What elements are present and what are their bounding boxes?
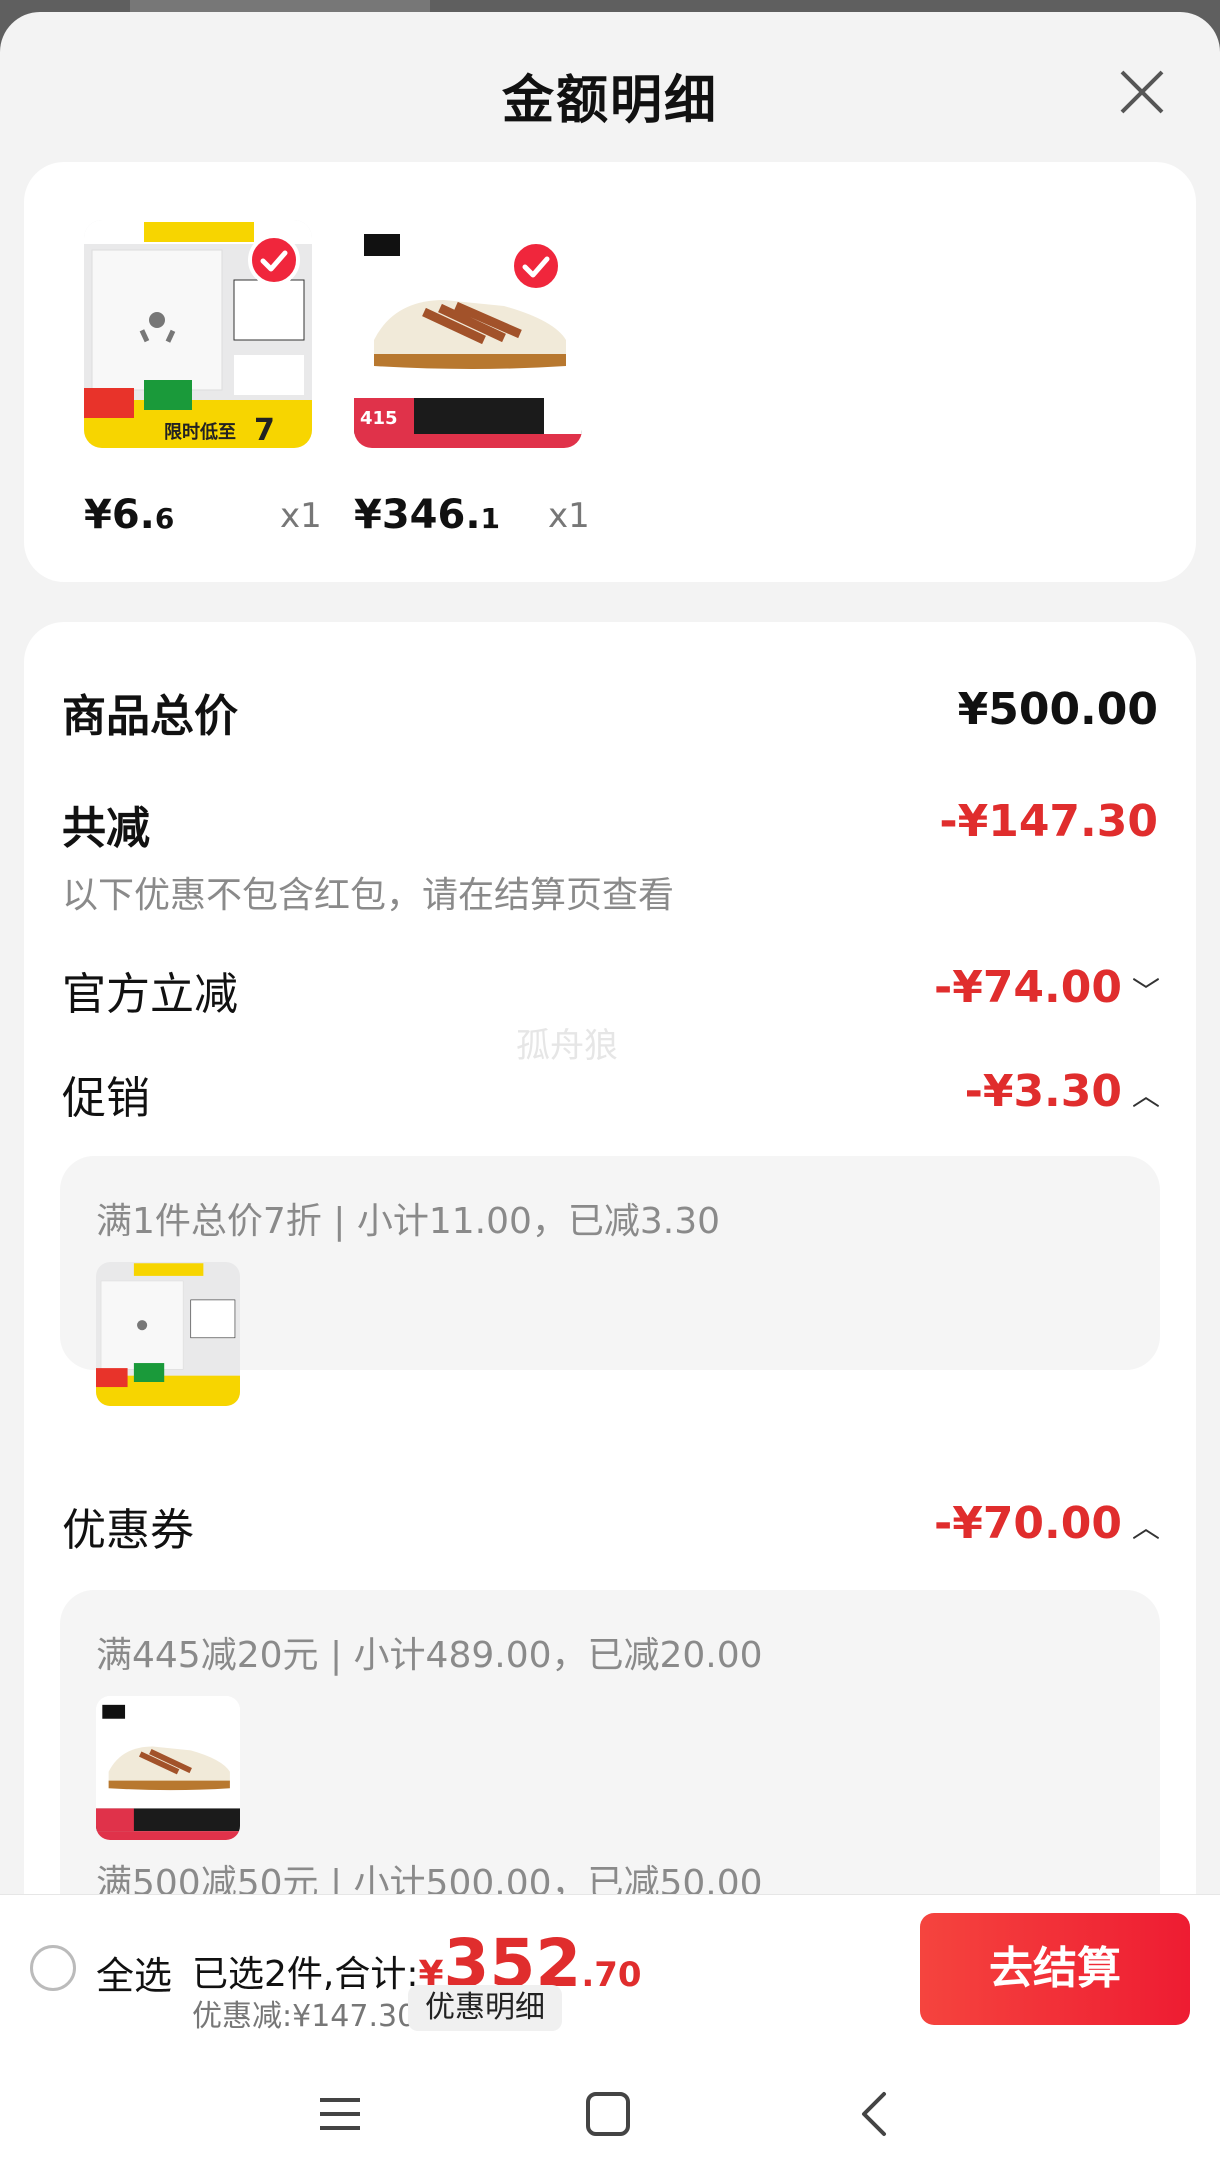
reduce-note: 以下优惠不包含红包，请在结算页查看	[62, 875, 675, 916]
official-discount-row[interactable]: -¥74.00 ﹀	[934, 962, 1160, 1013]
svg-text:415: 415	[360, 408, 398, 429]
checkout-button[interactable]: 去结算	[920, 1913, 1190, 2025]
select-all-radio[interactable]	[30, 1945, 76, 1991]
coupon-product-thumbnail[interactable]	[96, 1696, 240, 1840]
total-reduce-label: 共减	[62, 803, 150, 854]
back-icon[interactable]	[846, 2084, 906, 2144]
promotion-product-thumbnail[interactable]	[96, 1262, 240, 1406]
promotion-label: 促销	[62, 1073, 150, 1124]
selected-check-icon[interactable]	[510, 240, 562, 292]
product-price: ¥6.6	[84, 492, 175, 538]
coupon-label: 优惠券	[62, 1505, 194, 1556]
background-strip	[130, 0, 430, 12]
coupon-row[interactable]: -¥70.00 ︿	[934, 1498, 1160, 1549]
coupon-value: -¥70.00	[933, 1498, 1122, 1549]
system-nav-bar	[0, 2042, 1220, 2173]
svg-text:限时低至: 限时低至	[164, 421, 236, 443]
menu-icon[interactable]	[310, 2084, 370, 2144]
selected-check-icon[interactable]	[248, 234, 300, 286]
svg-text:7: 7	[254, 413, 275, 448]
page-title: 金额明细	[501, 71, 718, 131]
total-reduce-value: -¥147.30	[939, 796, 1158, 847]
checkout-bar: 全选 已选2件,合计:¥352.70 优惠减:¥147.30 优惠明细 去结算	[0, 1894, 1220, 2043]
product-quantity: x1	[548, 496, 590, 536]
product-price: ¥346.1	[354, 492, 501, 538]
selected-count-text: 已选2件,合计:	[192, 1954, 419, 1995]
chevron-down-icon: ﹀	[1131, 975, 1160, 1008]
promotion-rule: 满1件总价7折 | 小计11.00，已减3.30	[96, 1201, 721, 1242]
discount-total: 优惠减:¥147.30	[192, 1999, 417, 2034]
close-icon[interactable]	[1112, 62, 1172, 122]
coupon-rule-1: 满445减20元 | 小计489.00，已减20.00	[96, 1635, 763, 1676]
select-all-label[interactable]: 全选	[96, 1945, 172, 2000]
promotion-value: -¥3.30	[964, 1066, 1122, 1117]
home-icon[interactable]	[578, 2084, 638, 2144]
discount-detail-button[interactable]: 优惠明细	[408, 1985, 562, 2031]
promotion-detail-box: 满1件总价7折 | 小计11.00，已减3.30	[60, 1156, 1160, 1406]
total-price-value: ¥500.00	[957, 684, 1158, 735]
chevron-up-icon: ︿	[1131, 1079, 1160, 1112]
total-price-label: 商品总价	[62, 691, 238, 742]
total-amount-dec: .70	[581, 1955, 642, 1995]
product-quantity: x1	[280, 496, 322, 536]
official-discount-label: 官方立减	[62, 969, 238, 1020]
promotion-row[interactable]: -¥3.30 ︿	[965, 1066, 1160, 1117]
watermark: 孤舟狼	[516, 1026, 618, 1066]
chevron-up-icon: ︿	[1131, 1511, 1160, 1544]
official-discount-value: -¥74.00	[933, 962, 1122, 1013]
product-card: 限时低至 7 ¥6.6 x1 415 ¥346.1 x1	[24, 162, 1196, 582]
amount-detail-sheet: 金额明细 限时低至 7 ¥6.6 x1 415 ¥346.1 x1 商品总价 ¥…	[0, 12, 1220, 2173]
